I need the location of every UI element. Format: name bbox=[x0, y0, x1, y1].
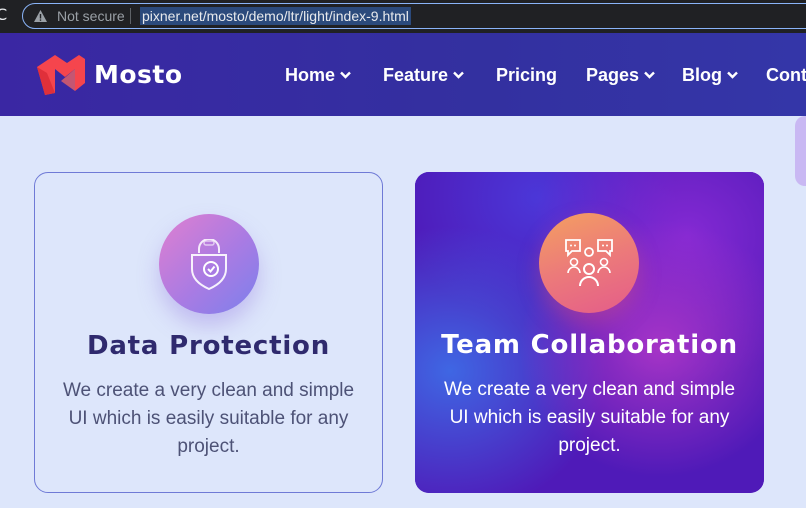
security-status[interactable]: Not secure bbox=[57, 8, 125, 24]
chevron-down-icon bbox=[340, 71, 351, 79]
card-description-line: UI which is easily suitable for any bbox=[449, 407, 730, 428]
feature-card-team-collaboration: Team Collaboration We create a very clea… bbox=[415, 172, 764, 493]
card-description-line: UI which is easily suitable for any bbox=[68, 408, 349, 429]
nav-pricing[interactable]: Pricing bbox=[496, 65, 557, 86]
separator bbox=[130, 8, 131, 24]
card-description: We create a very clean and simple UI whi… bbox=[435, 376, 744, 460]
nav-contact-label: Cont bbox=[766, 65, 806, 85]
side-panel-tab[interactable] bbox=[795, 116, 806, 186]
card-description-line: project. bbox=[177, 436, 240, 457]
nav-contact[interactable]: Cont bbox=[766, 65, 806, 86]
chevron-down-icon bbox=[727, 71, 738, 79]
card-title: Data Protection bbox=[86, 331, 331, 361]
browser-toolbar: C Not secure pixner.net/mosto/demo/ltr/l… bbox=[0, 0, 806, 33]
feature-icon-badge bbox=[539, 213, 639, 313]
site-header: Mosto Home Feature Pricing Pages Blog Co… bbox=[0, 33, 806, 116]
shield-lock-icon bbox=[191, 239, 227, 291]
nav-home-label: Home bbox=[285, 65, 336, 85]
url-text[interactable]: pixner.net/mosto/demo/ltr/light/index-9.… bbox=[140, 7, 411, 25]
nav-pages-label: Pages bbox=[586, 65, 640, 85]
nav-pages[interactable]: Pages bbox=[586, 65, 655, 86]
feature-icon-badge bbox=[159, 214, 259, 314]
nav-feature[interactable]: Feature bbox=[383, 65, 464, 86]
nav-blog[interactable]: Blog bbox=[682, 65, 738, 86]
chevron-down-icon bbox=[453, 71, 464, 79]
warning-icon[interactable] bbox=[33, 9, 48, 23]
nav-pricing-label: Pricing bbox=[496, 65, 558, 85]
card-title: Team Collaboration bbox=[441, 330, 738, 360]
nav-blog-label: Blog bbox=[682, 65, 722, 85]
nav-home[interactable]: Home bbox=[285, 65, 351, 86]
chevron-down-icon bbox=[644, 71, 655, 79]
card-description-line: project. bbox=[558, 435, 621, 456]
feature-card-data-protection: Data Protection We create a very clean a… bbox=[34, 172, 383, 493]
nav-feature-label: Feature bbox=[383, 65, 449, 85]
team-chat-icon bbox=[565, 239, 613, 287]
brand-name[interactable]: Mosto bbox=[94, 60, 183, 89]
card-description: We create a very clean and simple UI whi… bbox=[55, 377, 362, 461]
reload-icon[interactable]: C bbox=[0, 5, 7, 24]
card-description-line: We create a very clean and simple bbox=[443, 379, 736, 400]
card-description-line: We create a very clean and simple bbox=[62, 380, 355, 401]
mosto-logo-icon[interactable] bbox=[35, 53, 87, 97]
address-bar[interactable]: Not secure pixner.net/mosto/demo/ltr/lig… bbox=[22, 3, 806, 29]
